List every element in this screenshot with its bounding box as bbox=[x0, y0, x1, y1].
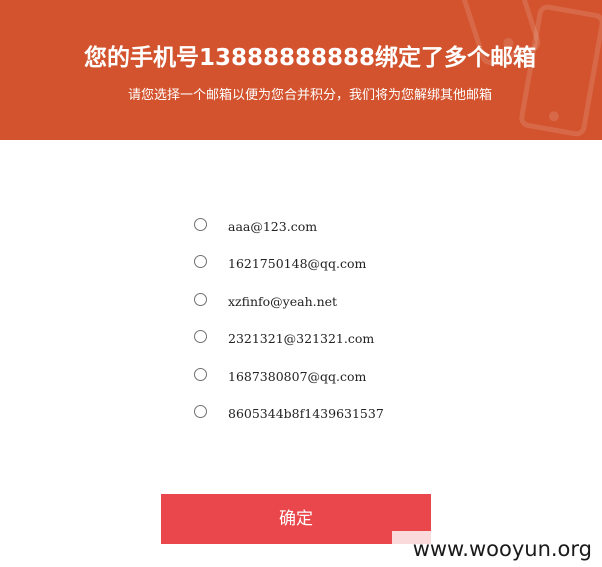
email-option[interactable]: 1687380807@qq.com bbox=[194, 362, 494, 399]
radio-button[interactable] bbox=[194, 255, 207, 269]
email-option[interactable]: 1621750148@qq.com bbox=[194, 249, 494, 286]
email-option-label: 1687380807@qq.com bbox=[228, 368, 367, 384]
email-option[interactable]: 2321321@321321.com bbox=[194, 324, 494, 361]
confirm-button[interactable]: 确定 bbox=[161, 494, 431, 544]
email-option-label: 2321321@321321.com bbox=[228, 331, 375, 347]
page-subtitle: 请您选择一个邮箱以便为您合并积分，我们将为您解绑其他邮箱 bbox=[127, 88, 492, 103]
email-option-list: aaa@123.com 1621750148@qq.com xzfinfo@ye… bbox=[194, 212, 494, 436]
email-option[interactable]: aaa@123.com bbox=[194, 212, 494, 249]
email-option-label: aaa@123.com bbox=[228, 219, 318, 234]
radio-button[interactable] bbox=[194, 404, 207, 418]
email-option-label: 1621750148@qq.com bbox=[228, 256, 367, 272]
page-title: 您的手机号13888888888绑定了多个邮箱 bbox=[83, 45, 537, 71]
email-option-label: 8605344b8f1439631537 bbox=[228, 405, 384, 421]
radio-button[interactable] bbox=[194, 292, 207, 306]
radio-button[interactable] bbox=[194, 367, 207, 381]
header-banner: 您的手机号13888888888绑定了多个邮箱 请您选择一个邮箱以便为您合并积分… bbox=[0, 0, 602, 140]
radio-button[interactable] bbox=[194, 330, 207, 344]
email-option[interactable]: xzfinfo@yeah.net bbox=[194, 287, 494, 324]
email-option[interactable]: 8605344b8f1439631537 bbox=[194, 399, 494, 436]
email-option-label: xzfinfo@yeah.net bbox=[228, 293, 338, 309]
radio-button[interactable] bbox=[194, 218, 207, 231]
watermark: www.wooyun.org bbox=[392, 531, 602, 567]
